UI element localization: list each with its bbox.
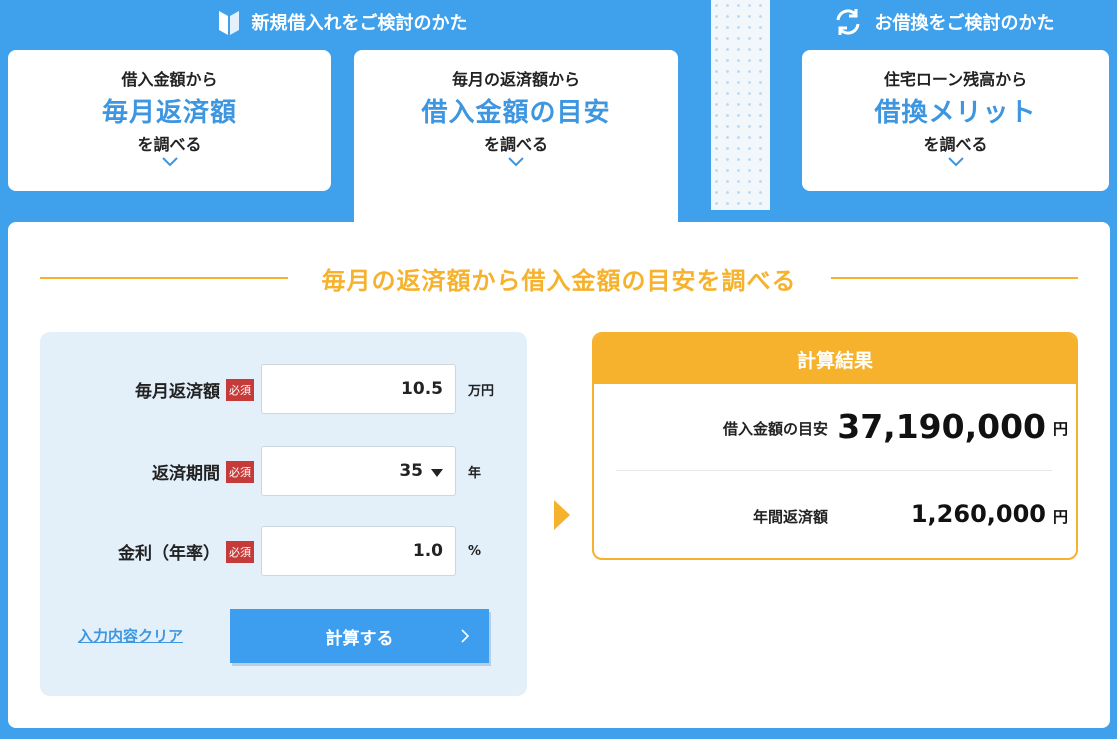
- form-row-rate: 金利（年率） 必須 1.0 %: [40, 526, 527, 576]
- divider-pattern: [711, 0, 770, 210]
- monthly-payment-label: 毎月返済額: [135, 381, 220, 402]
- repayment-period-select[interactable]: 35: [261, 446, 456, 496]
- monthly-payment-input[interactable]: 10.5: [261, 364, 456, 414]
- loan-amount-value: 37,190,000: [837, 407, 1046, 446]
- interest-rate-unit: %: [468, 543, 482, 559]
- tab-big-label: 借入金額の目安: [421, 98, 611, 128]
- title-divider-left: [40, 277, 288, 279]
- required-badge: 必須: [226, 461, 254, 483]
- loan-amount-unit: 円: [1052, 420, 1068, 438]
- tab-loan-amount[interactable]: 毎月の返済額から 借入金額の目安 を調べる: [354, 50, 678, 240]
- loan-amount-label: 借入金額の目安: [722, 420, 828, 438]
- new-purchase-header-label: 新規借入れをご検討のかた: [251, 13, 468, 34]
- play-arrow-icon: [554, 500, 570, 530]
- result-box: 計算結果 借入金額の目安 37,190,000 円 年間返済額 1,260,00…: [592, 332, 1078, 560]
- tab-after-label: を調べる: [483, 135, 548, 154]
- calculate-button[interactable]: 計算する: [230, 609, 489, 663]
- repayment-period-unit: 年: [468, 465, 482, 481]
- clear-input-link[interactable]: 入力内容クリア: [78, 625, 183, 646]
- form-row-monthly: 毎月返済額 必須 10.5 万円: [40, 364, 527, 414]
- chevron-right-icon: [461, 628, 470, 648]
- input-form: 毎月返済額 必須 10.5 万円 返済期間 必須 35 年 金利（年率） 必須 …: [40, 332, 527, 696]
- annual-payment-label: 年間返済額: [752, 508, 828, 526]
- annual-payment-value: 1,260,000: [910, 500, 1046, 528]
- beginner-leaf-icon: [218, 8, 240, 36]
- refinance-header-label: お借換をご検討のかた: [874, 13, 1055, 34]
- result-row-annual: 年間返済額 1,260,000 円: [594, 498, 1076, 534]
- required-badge: 必須: [226, 379, 254, 401]
- required-badge: 必須: [226, 541, 254, 563]
- tab-monthly-payment[interactable]: 借入金額から 毎月返済額 を調べる: [8, 50, 331, 191]
- tab-small-label: 毎月の返済額から: [451, 70, 580, 89]
- repayment-period-label: 返済期間: [152, 463, 220, 484]
- chevron-down-icon: [802, 157, 1109, 167]
- tab-after-label: を調べる: [923, 135, 988, 154]
- interest-rate-input[interactable]: 1.0: [261, 526, 456, 576]
- result-title: 計算結果: [594, 334, 1076, 384]
- refinance-header: お借換をご検討のかた: [770, 0, 1117, 44]
- title-divider-right: [830, 277, 1078, 279]
- new-purchase-header: 新規借入れをご検討のかた: [0, 0, 685, 44]
- calculator-panel: 毎月の返済額から借入金額の目安を調べる 毎月返済額 必須 10.5 万円 返済期…: [8, 222, 1110, 728]
- tab-after-label: を調べる: [137, 135, 202, 154]
- section-title: 毎月の返済額から借入金額の目安を調べる: [321, 266, 797, 295]
- annual-payment-unit: 円: [1052, 508, 1068, 526]
- chevron-down-icon: [8, 157, 331, 167]
- chevron-down-icon: [354, 157, 678, 167]
- tab-small-label: 住宅ローン残高から: [883, 70, 1028, 89]
- result-separator: [616, 470, 1052, 471]
- tab-big-label: 毎月返済額: [101, 98, 237, 128]
- section-title-row: 毎月の返済額から借入金額の目安を調べる: [40, 258, 1078, 298]
- result-row-loan: 借入金額の目安 37,190,000 円: [594, 406, 1076, 452]
- calculate-button-label: 計算する: [325, 628, 394, 649]
- tab-small-label: 借入金額から: [121, 70, 218, 89]
- refresh-cycle-icon: [833, 7, 863, 37]
- monthly-payment-unit: 万円: [468, 383, 495, 399]
- tab-big-label: 借換メリット: [874, 98, 1037, 128]
- interest-rate-label: 金利（年率）: [118, 543, 220, 564]
- form-row-period: 返済期間 必須 35 年: [40, 446, 527, 496]
- repayment-period-value: 35: [399, 461, 423, 481]
- tab-refinance-merit[interactable]: 住宅ローン残高から 借換メリット を調べる: [802, 50, 1109, 191]
- dropdown-caret-icon: [431, 468, 443, 477]
